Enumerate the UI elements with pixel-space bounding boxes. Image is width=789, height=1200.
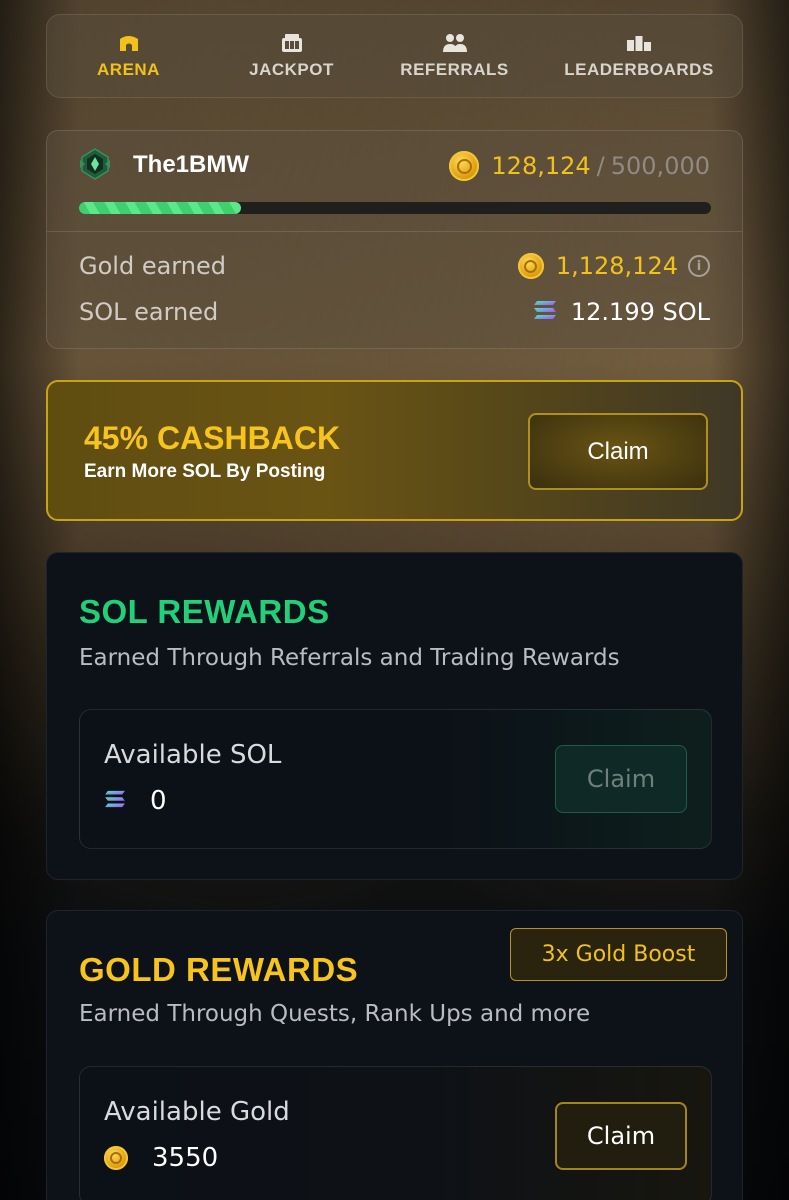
arena-icon xyxy=(118,32,140,54)
xp-counter: 128,124 / 500,000 xyxy=(449,151,710,181)
sol-earned-value-wrap: 12.199 SOL xyxy=(533,298,710,326)
available-gold-label: Available Gold xyxy=(104,1097,290,1127)
jackpot-icon xyxy=(281,32,303,54)
sol-earned-row: SOL earned 12.199 SOL xyxy=(79,298,710,326)
sol-rewards-subtitle: Earned Through Referrals and Trading Rew… xyxy=(79,645,620,671)
tab-arena-label: ARENA xyxy=(97,60,160,79)
sol-claim-button[interactable]: Claim xyxy=(555,745,687,813)
solana-icon xyxy=(104,790,126,812)
top-nav: ARENA JACKPOT REFERRALS LEADERBOARDS xyxy=(46,14,743,98)
gold-rewards-subtitle: Earned Through Quests, Rank Ups and more xyxy=(79,1001,591,1027)
gold-earned-label: Gold earned xyxy=(79,252,226,280)
xp-progress-fill xyxy=(79,202,241,214)
tab-referrals-label: REFERRALS xyxy=(400,60,509,79)
gold-claim-button[interactable]: Claim xyxy=(555,1102,687,1170)
available-gold-value-wrap: 3550 xyxy=(104,1143,218,1173)
sol-earned-value: 12.199 SOL xyxy=(570,298,710,326)
tab-leaderboards-label: LEADERBOARDS xyxy=(564,60,714,79)
leaderboards-icon xyxy=(626,32,652,54)
sol-rewards-title: SOL REWARDS xyxy=(79,593,330,630)
available-gold-panel: Available Gold 3550 Claim xyxy=(79,1066,712,1200)
sol-rewards-card: SOL REWARDS Earned Through Referrals and… xyxy=(46,552,743,880)
solana-icon xyxy=(533,298,557,326)
profile-card: The1BMW 128,124 / 500,000 Gold earned 1,… xyxy=(46,130,743,349)
available-sol-value: 0 xyxy=(150,786,167,816)
xp-progress-bar xyxy=(79,202,711,214)
tab-leaderboards[interactable]: LEADERBOARDS xyxy=(536,15,742,97)
available-sol-label: Available SOL xyxy=(104,740,282,770)
cashback-banner: 45% CASHBACK Earn More SOL By Posting Cl… xyxy=(46,380,743,521)
username: The1BMW xyxy=(133,151,249,178)
cashback-claim-button[interactable]: Claim xyxy=(528,413,708,490)
gold-coin-icon xyxy=(104,1146,128,1170)
available-gold-value: 3550 xyxy=(152,1143,219,1173)
rank-badge-icon xyxy=(79,148,111,180)
cashback-title: 45% CASHBACK xyxy=(84,420,341,456)
referrals-icon xyxy=(442,32,468,54)
available-sol-value-wrap: 0 xyxy=(104,786,167,816)
gold-coin-icon xyxy=(517,253,544,279)
available-sol-panel: Available SOL 0 Claim xyxy=(79,709,712,849)
cashback-subtitle: Earn More SOL By Posting xyxy=(84,461,326,482)
gold-rewards-card: 3x Gold Boost GOLD REWARDS Earned Throug… xyxy=(46,910,743,1200)
gold-earned-row: Gold earned 1,128,124 i xyxy=(79,252,710,280)
xp-separator: / xyxy=(596,152,605,180)
tab-arena[interactable]: ARENA xyxy=(47,15,210,97)
gold-earned-value-wrap: 1,128,124 i xyxy=(517,252,710,280)
info-icon[interactable]: i xyxy=(688,255,710,277)
divider xyxy=(47,231,742,232)
gold-rewards-title: GOLD REWARDS xyxy=(79,951,359,988)
sol-earned-label: SOL earned xyxy=(79,298,219,326)
gold-coin-icon xyxy=(449,151,480,181)
xp-max: 500,000 xyxy=(610,152,710,180)
xp-current: 128,124 xyxy=(491,152,591,180)
profile-header: The1BMW 128,124 / 500,000 xyxy=(47,131,742,231)
gold-boost-badge: 3x Gold Boost xyxy=(510,928,727,981)
tab-referrals[interactable]: REFERRALS xyxy=(373,15,536,97)
tab-jackpot[interactable]: JACKPOT xyxy=(210,15,373,97)
tab-jackpot-label: JACKPOT xyxy=(249,60,334,79)
gold-earned-value: 1,128,124 xyxy=(555,252,678,280)
